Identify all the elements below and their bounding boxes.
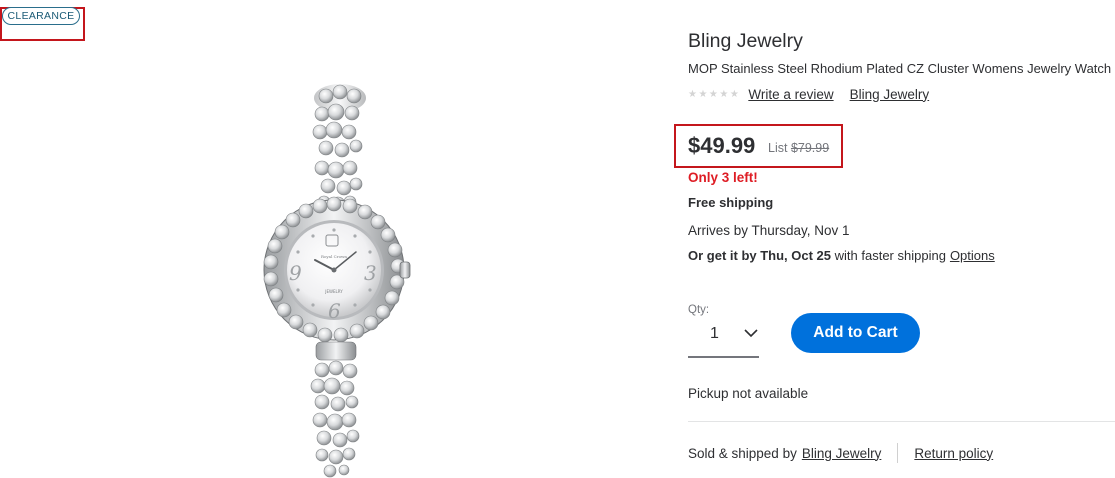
arrival-date: Arrives by Thursday, Nov 1 <box>688 223 850 238</box>
faster-shipping: Or get it by Thu, Oct 25 with faster shi… <box>688 248 995 263</box>
product-image[interactable]: 9 3 6 Royal Crown JEWELRY <box>250 80 430 478</box>
chevron-down-icon <box>744 329 758 338</box>
add-to-cart-button[interactable]: Add to Cart <box>791 313 920 353</box>
rating-row: ★★★★★ Write a review Bling Jewelry <box>688 85 929 103</box>
price: $49.99 <box>688 133 756 158</box>
separator <box>897 443 899 463</box>
svg-text:Royal Crown: Royal Crown <box>321 254 347 259</box>
svg-text:6: 6 <box>328 299 341 323</box>
quantity-select[interactable]: 1 <box>688 318 759 358</box>
faster-shipping-text: with faster shipping <box>831 248 946 263</box>
sold-by-label: Sold & shipped by <box>688 445 797 461</box>
pickup-status: Pickup not available <box>688 386 809 401</box>
shipping-options-link[interactable]: Options <box>950 248 995 263</box>
free-shipping: Free shipping <box>688 195 774 210</box>
product-title: MOP Stainless Steel Rhodium Plated CZ Cl… <box>688 61 1112 76</box>
product-page: CLEARANCE 9 3 6 Royal Crown JEWELRY Blin… <box>0 0 1115 478</box>
rating-stars-icon: ★★★★★ <box>688 88 741 100</box>
list-price-value: $79.99 <box>790 141 830 155</box>
quantity-value: 1 <box>710 325 719 342</box>
seller-row: Sold & shipped by Bling Jewelry Return p… <box>688 443 993 463</box>
stock-warning: Only 3 left! <box>688 170 758 185</box>
product-brand: Bling Jewelry <box>688 30 803 52</box>
list-price: List $79.99 <box>768 141 829 155</box>
qty-label: Qty: <box>688 304 710 316</box>
svg-text:3: 3 <box>364 261 377 285</box>
list-price-label: List <box>768 141 788 155</box>
clearance-badge: CLEARANCE <box>2 7 80 25</box>
divider <box>688 421 1115 422</box>
seller-link[interactable]: Bling Jewelry <box>802 446 882 461</box>
write-review-link[interactable]: Write a review <box>748 87 833 102</box>
return-policy-link[interactable]: Return policy <box>914 446 993 461</box>
svg-text:JEWELRY: JEWELRY <box>324 289 343 294</box>
faster-shipping-date: Or get it by Thu, Oct 25 <box>688 248 832 263</box>
svg-text:9: 9 <box>289 261 302 285</box>
brand-link[interactable]: Bling Jewelry <box>850 87 930 102</box>
